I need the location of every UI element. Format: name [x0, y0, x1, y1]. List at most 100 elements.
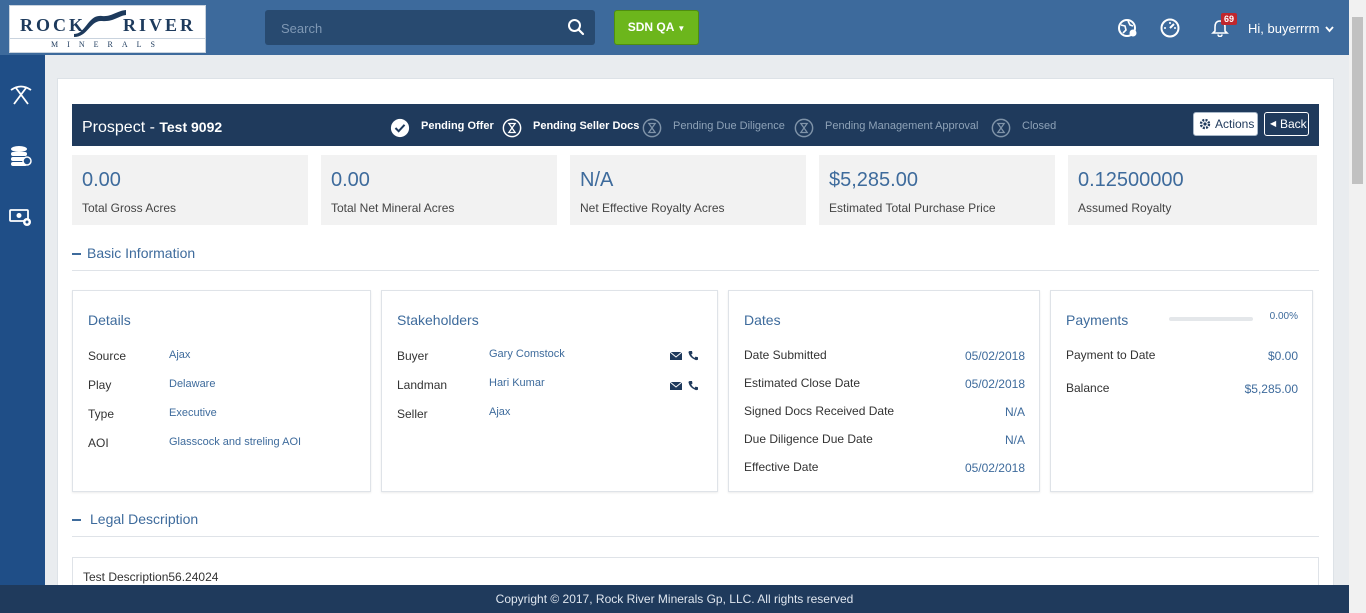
coins-icon[interactable] [9, 144, 33, 168]
stakeholder-label: Landman [397, 378, 448, 392]
detail-label: Type [88, 407, 115, 421]
date-value: 05/02/2018 [964, 461, 1025, 475]
stakeholder-value[interactable]: Ajax [489, 406, 510, 418]
date-value: N/A [1004, 433, 1025, 447]
search-bar [265, 10, 595, 45]
stat-value: N/A [580, 169, 614, 191]
detail-label: AOI [88, 436, 109, 450]
section-title: Basic Information [87, 245, 196, 261]
date-label: Signed Docs Received Date [744, 404, 895, 418]
stat-label: Total Gross Acres [82, 201, 177, 215]
user-menu[interactable]: Hi, buyerrrm [1248, 21, 1334, 36]
notification-count-badge: 69 [1221, 13, 1238, 25]
detail-value[interactable]: Delaware [169, 378, 215, 390]
envelope-icon[interactable] [670, 351, 682, 361]
money-settings-icon[interactable] [9, 207, 33, 227]
stakeholder-value[interactable]: Hari Kumar [489, 377, 545, 389]
phone-icon[interactable] [688, 380, 698, 391]
phone-icon[interactable] [688, 350, 698, 361]
date-value: 05/02/2018 [964, 377, 1025, 391]
check-circle-icon [390, 118, 410, 138]
step-pending-management-approval: Pending Management Approval [825, 120, 979, 132]
user-greeting: Hi, buyerrrm [1248, 21, 1320, 36]
company-logo[interactable]: ROCK RIVER [9, 5, 206, 39]
search-input[interactable] [281, 18, 551, 38]
environment-dropdown-button[interactable]: SDN QA ▼ [614, 10, 699, 45]
logo-subtitle-box: MINERALS [9, 39, 206, 53]
stat-label: Assumed Royalty [1078, 201, 1172, 215]
card-title: Stakeholders [397, 312, 479, 328]
chevron-down-icon [1325, 26, 1334, 33]
logo-subtitle: MINERALS [51, 40, 164, 49]
caret-down-icon: ▼ [677, 24, 686, 33]
stakeholder-value[interactable]: Gary Comstock [489, 348, 565, 360]
dashboard-gauge-icon[interactable] [1159, 17, 1181, 39]
page-title: Prospect - Test 9092 [82, 119, 222, 137]
stat-assumed-royalty: 0.12500000 Assumed Royalty [1068, 155, 1317, 225]
date-label: Due Diligence Due Date [744, 432, 873, 446]
legal-description-toggle[interactable]: Legal Description [72, 511, 198, 527]
payment-label: Payment to Date [1066, 348, 1156, 362]
logo-word-river: RIVER [123, 15, 197, 35]
section-title: Legal Description [90, 511, 199, 527]
stat-estimated-purchase-price: $5,285.00 Estimated Total Purchase Price [819, 155, 1055, 225]
hourglass-icon [794, 118, 814, 138]
stat-value: 0.00 [331, 169, 370, 191]
payment-progress-bar [1169, 317, 1253, 321]
sidebar [0, 55, 45, 613]
footer: Copyright © 2017, Rock River Minerals Gp… [0, 585, 1349, 613]
detail-label: Source [88, 349, 127, 363]
payment-label: Balance [1066, 381, 1110, 395]
river-swoosh-icon [74, 10, 126, 37]
stat-label: Estimated Total Purchase Price [829, 201, 996, 215]
stat-value: $5,285.00 [829, 169, 918, 191]
divider [72, 536, 1319, 537]
hourglass-icon [642, 118, 662, 138]
payment-progress-text: 0.00% [1269, 311, 1298, 322]
divider [72, 270, 1319, 271]
payment-value: $5,285.00 [1244, 382, 1298, 396]
minus-icon [72, 253, 81, 256]
payments-card: Payments 0.00% Payment to Date $0.00 Bal… [1050, 290, 1313, 492]
back-button[interactable]: ◀ Back [1264, 112, 1309, 136]
basic-information-toggle[interactable]: Basic Information [72, 245, 195, 261]
stat-total-gross-acres: 0.00 Total Gross Acres [72, 155, 308, 225]
envelope-icon[interactable] [670, 381, 682, 391]
title-prefix: Prospect - [82, 119, 155, 136]
date-label: Estimated Close Date [744, 376, 861, 390]
hourglass-icon [991, 118, 1011, 138]
stat-value: 0.12500000 [1078, 169, 1184, 191]
gear-icon [1199, 118, 1211, 130]
date-label: Effective Date [744, 460, 819, 474]
dates-card: Dates Date Submitted 05/02/2018 Estimate… [728, 290, 1040, 492]
detail-value[interactable]: Executive [169, 407, 217, 419]
detail-value[interactable]: Glasscock and streling AOI [169, 436, 301, 448]
card-title: Details [88, 312, 131, 328]
step-pending-offer: Pending Offer [421, 120, 494, 132]
stat-label: Net Effective Royalty Acres [580, 201, 725, 215]
hourglass-icon [502, 118, 522, 138]
search-icon[interactable] [567, 18, 585, 36]
actions-button[interactable]: Actions [1193, 112, 1258, 136]
stakeholders-card: Stakeholders Buyer Gary Comstock Landman… [381, 290, 718, 492]
pickaxe-icon[interactable] [9, 84, 33, 106]
payment-value: $0.00 [1267, 349, 1298, 363]
environment-label: SDN QA [627, 20, 674, 34]
step-pending-due-diligence: Pending Due Diligence [673, 120, 785, 132]
caret-left-icon: ◀ [1270, 119, 1277, 128]
date-label: Date Submitted [744, 348, 827, 362]
details-card: Details Source Ajax Play Delaware Type E… [72, 290, 371, 492]
detail-value[interactable]: Ajax [169, 349, 190, 361]
scrollbar-thumb[interactable] [1352, 17, 1363, 184]
globe-settings-icon[interactable] [1117, 17, 1139, 39]
step-pending-seller-docs: Pending Seller Docs [533, 120, 640, 132]
stat-value: 0.00 [82, 169, 121, 191]
stat-net-effective-royalty-acres: N/A Net Effective Royalty Acres [570, 155, 806, 225]
detail-label: Play [88, 378, 112, 392]
date-value: 05/02/2018 [964, 349, 1025, 363]
stat-total-net-mineral-acres: 0.00 Total Net Mineral Acres [321, 155, 557, 225]
date-value: N/A [1004, 405, 1025, 419]
minus-icon [72, 519, 81, 522]
stat-label: Total Net Mineral Acres [331, 201, 455, 215]
prospect-header: Prospect - Test 9092 Pending Offer Pendi… [72, 104, 1319, 146]
